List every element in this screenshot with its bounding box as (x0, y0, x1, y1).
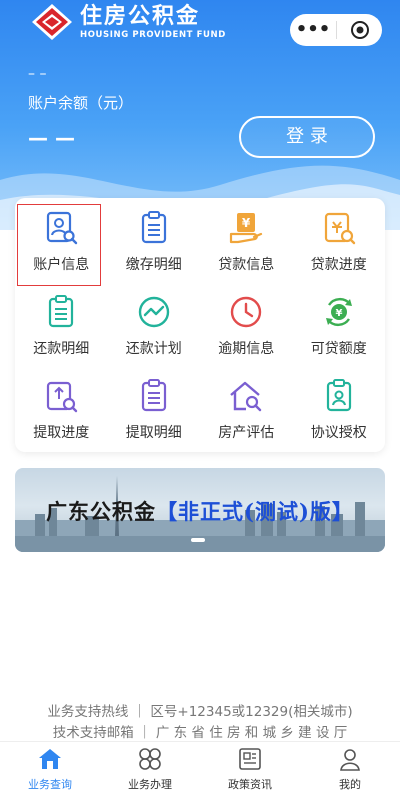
menu-item-repayment-plan[interactable]: 还款计划 (108, 286, 201, 370)
menu-label: 账户信息 (33, 257, 90, 273)
clipboard-list-icon (49, 295, 74, 328)
menu-label: 协议授权 (310, 425, 367, 441)
balance-label: 账户余额（元） (28, 94, 134, 112)
login-button[interactable]: 登 录 (239, 116, 375, 158)
yen-cycle-icon: ¥ (325, 297, 352, 327)
menu-item-deposit-detail[interactable]: 缴存明细 (108, 202, 201, 286)
banner-title-prefix: 广东公积金 (46, 499, 157, 524)
menu-item-overdue-info[interactable]: 逾期信息 (200, 286, 293, 370)
news-icon (239, 748, 261, 770)
menu-item-property-appraisal[interactable]: 房产评估 (200, 370, 293, 454)
header-area: 住房公积金 HOUSING PROVIDENT FUND ••• – – 账户余… (0, 0, 400, 230)
menu-label: 还款计划 (125, 341, 182, 357)
menu-item-loan-progress[interactable]: 贷款进度 (293, 202, 386, 286)
tab-business-query[interactable]: 业务查询 (0, 742, 100, 798)
menu-item-loan-info[interactable]: ¥ 贷款信息 (200, 202, 293, 286)
menu-label: 提取明细 (125, 425, 182, 441)
more-menu-button[interactable]: ••• (290, 14, 336, 46)
withdraw-progress-icon (47, 381, 78, 413)
tab-label: 业务办理 (128, 778, 172, 791)
loan-progress-icon (324, 212, 355, 245)
service-menu-grid: 账户信息 缴存明细 ¥ 贷款信息 贷款进度 还款明细 还款计划 逾期信息 ¥ 可… (15, 198, 385, 454)
tab-label: 业务查询 (28, 778, 72, 791)
menu-item-account-info[interactable]: 账户信息 (15, 202, 108, 286)
account-search-icon (47, 211, 78, 245)
support-hotline-text: 业务支持热线 ｜ 区号+12345或12329(相关城市) (47, 704, 353, 720)
menu-item-repayment-detail[interactable]: 还款明细 (15, 286, 108, 370)
menu-label: 房产评估 (218, 425, 275, 441)
support-email-text: 技术支持邮箱 ｜ 广 东 省 住 房 和 城 乡 建 设 厅 (52, 725, 348, 741)
home-icon (39, 749, 61, 769)
target-icon (350, 21, 369, 39)
grid-clover-icon (139, 748, 161, 770)
banner-pagination (191, 538, 205, 542)
banner-title-highlight: 【非正式(测试)版】 (156, 499, 354, 524)
tab-business-handling[interactable]: 业务办理 (100, 742, 200, 798)
logo-subtitle: HOUSING PROVIDENT FUND (80, 30, 226, 40)
user-icon (340, 749, 360, 771)
menu-label: 可贷额度 (310, 341, 367, 357)
agreement-icon (326, 379, 351, 412)
bottom-tab-bar: 业务查询 业务办理 政策资讯 我的 (0, 741, 400, 798)
banner-title: 广东公积金【非正式(测试)版】 (15, 496, 385, 526)
menu-label: 贷款信息 (218, 257, 275, 273)
promo-banner[interactable]: 广东公积金【非正式(测试)版】 (15, 468, 385, 552)
tab-mine[interactable]: 我的 (300, 742, 400, 798)
menu-label: 缴存明细 (125, 257, 182, 273)
menu-label: 贷款进度 (310, 257, 367, 273)
menu-item-agreement-authorization[interactable]: 协议授权 (293, 370, 386, 454)
miniapp-capsule: ••• (290, 14, 382, 46)
app-logo: 住房公积金 HOUSING PROVIDENT FUND (30, 2, 226, 42)
tab-label: 政策资讯 (228, 778, 272, 791)
balance-value: — — (28, 126, 75, 150)
service-menu-card: 账户信息 缴存明细 ¥ 贷款信息 贷款进度 还款明细 还款计划 逾期信息 ¥ 可… (15, 198, 385, 452)
tab-policy-news[interactable]: 政策资讯 (200, 742, 300, 798)
trend-circle-icon (138, 296, 169, 328)
house-search-icon (230, 381, 262, 412)
clock-icon (231, 296, 262, 328)
tab-label: 我的 (339, 778, 361, 791)
menu-label: 还款明细 (33, 341, 90, 357)
withdraw-list-icon (141, 379, 166, 412)
logo-title: 住房公积金 (80, 4, 201, 29)
menu-item-withdraw-progress[interactable]: 提取进度 (15, 370, 108, 454)
menu-item-withdraw-detail[interactable]: 提取明细 (108, 370, 201, 454)
document-list-icon (141, 211, 166, 244)
loan-yen-icon: ¥ (230, 213, 263, 244)
logo-icon (32, 4, 72, 40)
menu-item-loan-limit[interactable]: ¥ 可贷额度 (293, 286, 386, 370)
account-id-placeholder: – – (28, 66, 47, 82)
svg-text:¥: ¥ (242, 216, 251, 230)
svg-text:¥: ¥ (335, 308, 342, 319)
menu-label: 逾期信息 (218, 341, 275, 357)
banner-dot-active[interactable] (191, 538, 205, 542)
menu-label: 提取进度 (33, 425, 90, 441)
close-miniapp-button[interactable] (337, 20, 382, 40)
